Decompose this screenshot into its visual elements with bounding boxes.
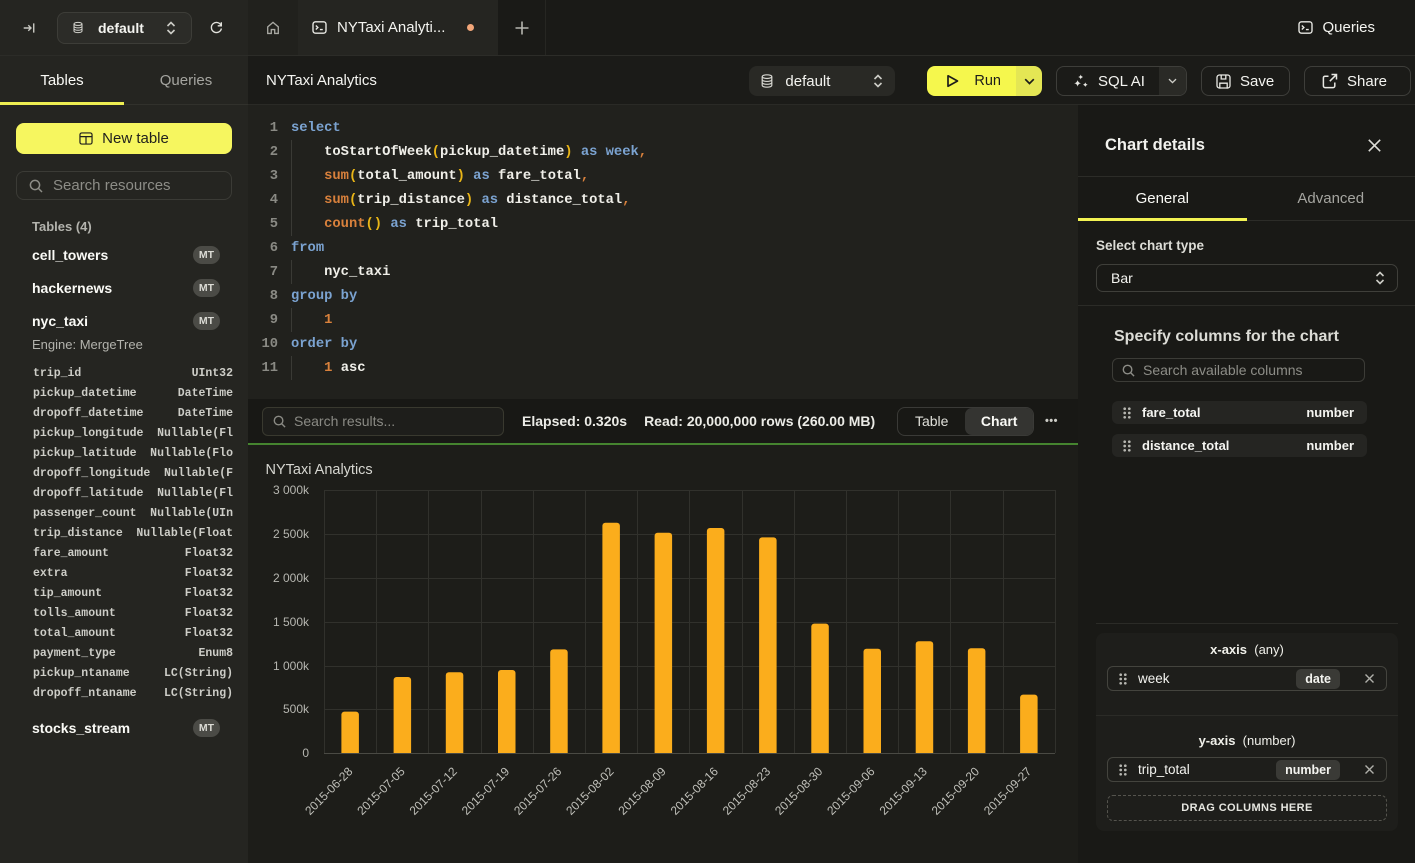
- svg-text:2015-09-13: 2015-09-13: [877, 764, 931, 818]
- svg-text:2 000k: 2 000k: [273, 571, 310, 585]
- svg-text:2015-07-12: 2015-07-12: [407, 764, 461, 818]
- svg-text:500k: 500k: [283, 702, 310, 716]
- svg-text:2015-07-26: 2015-07-26: [511, 764, 565, 818]
- svg-text:2015-08-30: 2015-08-30: [772, 764, 826, 818]
- svg-text:1 000k: 1 000k: [273, 659, 310, 673]
- svg-text:2015-07-19: 2015-07-19: [459, 764, 513, 818]
- svg-text:2015-07-05: 2015-07-05: [354, 764, 408, 818]
- svg-text:3 000k: 3 000k: [273, 483, 310, 497]
- svg-text:0: 0: [302, 746, 309, 760]
- svg-text:2015-08-09: 2015-08-09: [615, 764, 669, 818]
- svg-text:2015-08-16: 2015-08-16: [668, 764, 722, 818]
- svg-text:2015-08-02: 2015-08-02: [563, 764, 617, 818]
- svg-text:NYTaxi Analytics: NYTaxi Analytics: [266, 462, 373, 478]
- svg-text:2015-06-28: 2015-06-28: [302, 764, 356, 818]
- svg-text:2015-09-06: 2015-09-06: [824, 764, 878, 818]
- svg-text:2015-09-20: 2015-09-20: [929, 764, 983, 818]
- svg-text:2015-08-23: 2015-08-23: [720, 764, 774, 818]
- svg-text:2 500k: 2 500k: [273, 527, 310, 541]
- svg-text:2015-09-27: 2015-09-27: [981, 764, 1035, 818]
- svg-text:1 500k: 1 500k: [273, 615, 310, 629]
